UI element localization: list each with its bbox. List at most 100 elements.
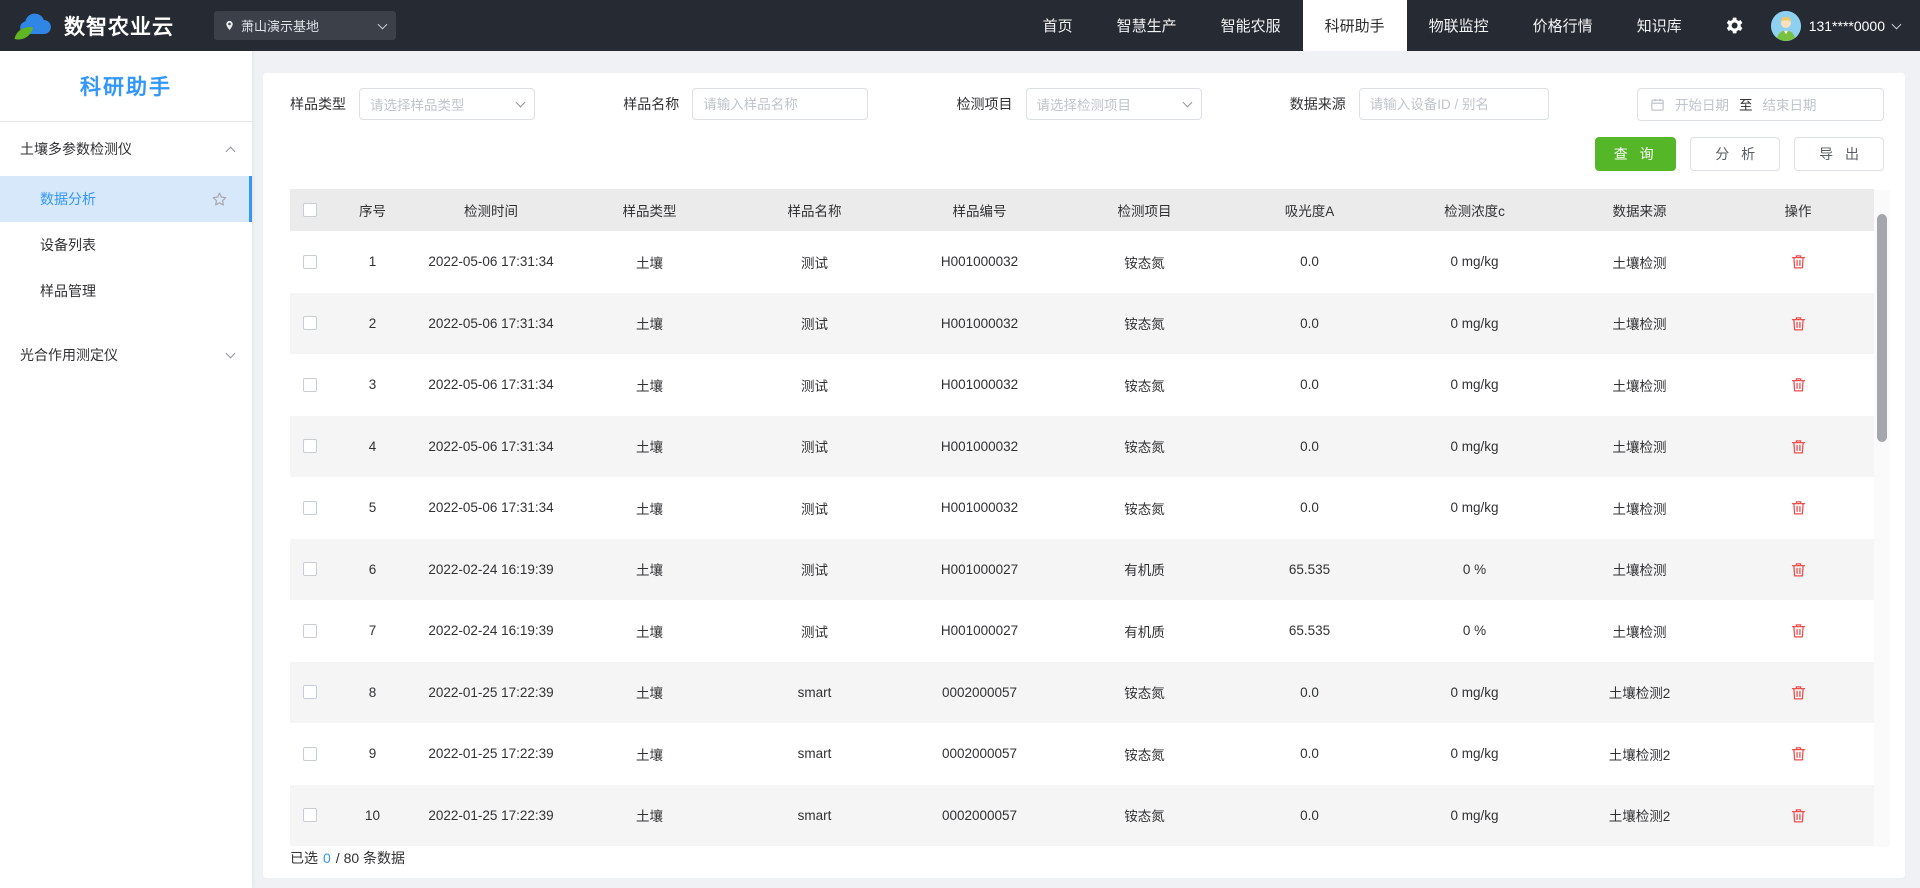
table-cell: 0.0 [1300, 315, 1319, 331]
table-row: 5 2022-05-06 17:31:34 土壤 测试 H001000032 铵态氮 0.0… [290, 477, 1874, 539]
table-cell: 2022-05-06 17:31:34 [428, 254, 554, 270]
table-cell: 土壤 [636, 378, 663, 394]
row-checkbox[interactable] [303, 562, 317, 577]
vertical-scrollbar[interactable] [1874, 190, 1890, 847]
table-cell: H001000032 [940, 500, 1019, 516]
top-navbar: 数智农业云 萧山演示基地 首页 智慧生产 智能农服 科研助手 物联监控 价格行情… [0, 0, 1920, 51]
table-cell: 土壤 [636, 317, 663, 333]
sidebar-item-device-list[interactable]: 设备列表 [0, 222, 252, 268]
table-cell: H001000032 [940, 377, 1019, 393]
header-sample-code: 样品编号 [952, 204, 1007, 219]
date-range-picker[interactable]: 开始日期 至 结束日期 [1637, 87, 1884, 121]
location-select[interactable]: 萧山演示基地 [214, 11, 396, 40]
table-cell: H001000032 [940, 254, 1019, 270]
nav-item-research-assistant[interactable]: 科研助手 [1302, 0, 1407, 51]
analyze-button[interactable]: 分 析 [1690, 137, 1781, 171]
delete-icon[interactable] [1790, 499, 1807, 516]
table-cell: 5 [368, 500, 377, 516]
header-data-source: 数据来源 [1612, 204, 1667, 219]
table-cell: smart [797, 807, 832, 823]
nav-item-iot-monitor[interactable]: 物联监控 [1407, 0, 1511, 51]
table-cell: 0 mg/kg [1450, 438, 1499, 454]
sidebar: 科研助手 土壤多参数检测仪 数据分析 设备列表 样品管理 光合作用测定仪 [0, 51, 252, 888]
table-cell: 65.535 [1288, 561, 1331, 577]
data-source-input[interactable] [1369, 96, 1538, 112]
chevron-down-icon [377, 19, 388, 29]
delete-icon[interactable] [1790, 684, 1807, 701]
settings-gear-icon[interactable] [1704, 15, 1761, 36]
chevron-down-icon [225, 348, 236, 359]
table-body: 1 2022-05-06 17:31:34 土壤 测试 H001000032 铵态氮 0.0… [290, 231, 1874, 846]
table-cell: 测试 [801, 440, 828, 456]
export-button[interactable]: 导 出 [1794, 137, 1884, 171]
nav-item-smart-production[interactable]: 智慧生产 [1095, 0, 1199, 51]
brand: 数智农业云 [0, 11, 174, 41]
chevron-down-icon [515, 97, 526, 108]
table-cell: 铵态氮 [1124, 378, 1165, 394]
nav-item-smart-service[interactable]: 智能农服 [1199, 0, 1303, 51]
row-checkbox[interactable] [303, 623, 317, 638]
table-cell: H001000032 [940, 438, 1019, 454]
delete-icon[interactable] [1790, 315, 1807, 332]
action-bar: 查 询 分 析 导 出 [290, 137, 1884, 171]
row-checkbox[interactable] [303, 254, 317, 269]
delete-icon[interactable] [1790, 561, 1807, 578]
sidebar-item-data-analysis[interactable]: 数据分析 [0, 176, 252, 222]
table-cell: smart [797, 746, 832, 762]
table-cell: 0.0 [1300, 500, 1319, 516]
row-checkbox[interactable] [303, 808, 317, 823]
table-cell: 65.535 [1288, 623, 1331, 639]
sidebar-group-photosynthesis[interactable]: 光合作用测定仪 [0, 328, 252, 382]
header-concentration: 检测浓度c [1444, 204, 1505, 219]
select-all-checkbox[interactable] [303, 203, 317, 217]
table-row: 6 2022-02-24 16:19:39 土壤 测试 H001000027 有机质 65.… [290, 538, 1874, 600]
delete-icon[interactable] [1790, 622, 1807, 639]
table-row: 1 2022-05-06 17:31:34 土壤 测试 H001000032 铵态氮 0.0… [290, 231, 1874, 293]
row-checkbox[interactable] [303, 500, 317, 515]
scrollbar-thumb[interactable] [1877, 214, 1887, 442]
delete-icon[interactable] [1790, 438, 1807, 455]
table-cell: 土壤 [636, 809, 663, 825]
table-cell: 10 [364, 807, 381, 823]
table-cell: 0.0 [1300, 684, 1319, 700]
row-checkbox[interactable] [303, 685, 317, 700]
calendar-icon [1650, 97, 1665, 112]
sample-name-input[interactable] [703, 96, 858, 112]
sample-type-select[interactable]: 请选择样品类型 [359, 88, 535, 120]
table-cell: H001000032 [940, 315, 1019, 331]
header-test-time: 检测时间 [464, 204, 518, 219]
table-cell: 0.0 [1300, 254, 1319, 270]
data-source-inputbox [1358, 88, 1549, 120]
row-checkbox[interactable] [303, 377, 317, 392]
row-checkbox[interactable] [303, 316, 317, 331]
nav-item-home[interactable]: 首页 [1021, 0, 1095, 51]
table-cell: H001000027 [940, 623, 1019, 639]
table-cell: 土壤 [636, 501, 663, 517]
row-checkbox[interactable] [303, 746, 317, 761]
table-cell: 土壤检测 [1612, 440, 1667, 456]
delete-icon[interactable] [1790, 807, 1807, 824]
user-menu[interactable]: 131****0000 [1761, 10, 1920, 41]
nav-item-knowledge-base[interactable]: 知识库 [1615, 0, 1704, 51]
table-cell: 2022-05-06 17:31:34 [428, 438, 554, 454]
selected-prefix: 已选 [290, 850, 318, 866]
delete-icon[interactable] [1790, 745, 1807, 762]
table-cell: 0 % [1462, 561, 1487, 577]
table-cell: 2022-05-06 17:31:34 [428, 377, 554, 393]
table-header: 序号 检测时间 样品类型 样品名称 样品编号 检测项目 吸光度A 检测浓度c 数… [290, 189, 1874, 231]
start-date-placeholder: 开始日期 [1675, 98, 1729, 113]
delete-icon[interactable] [1790, 253, 1807, 270]
star-icon[interactable] [211, 191, 228, 208]
selected-count: 0 [323, 850, 331, 866]
chevron-up-icon [225, 146, 236, 156]
table-cell: 铵态氮 [1124, 809, 1165, 825]
sidebar-item-sample-management[interactable]: 样品管理 [0, 268, 252, 314]
table-cell: 2022-01-25 17:22:39 [428, 746, 554, 762]
query-button[interactable]: 查 询 [1595, 137, 1677, 171]
sidebar-group-soil-detector[interactable]: 土壤多参数检测仪 [0, 122, 252, 176]
delete-icon[interactable] [1790, 376, 1807, 393]
table-cell: 土壤 [636, 563, 663, 579]
nav-item-price-market[interactable]: 价格行情 [1511, 0, 1615, 51]
test-item-select[interactable]: 请选择检测项目 [1025, 88, 1202, 120]
row-checkbox[interactable] [303, 439, 317, 454]
